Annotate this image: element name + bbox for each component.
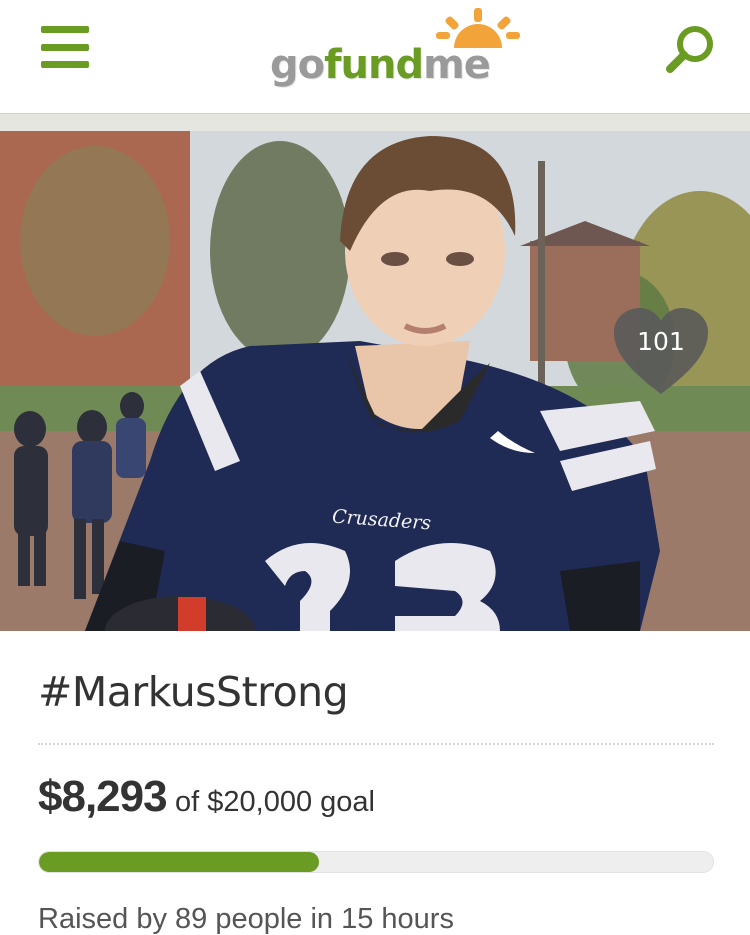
like-count: 101	[637, 327, 685, 356]
logo-fund: fund	[324, 42, 424, 88]
raised-amount: $8,293	[38, 772, 168, 821]
progress-bar-fill	[39, 852, 319, 872]
menu-bar	[41, 43, 89, 51]
like-badge[interactable]: 101	[612, 306, 710, 396]
campaign-photo[interactable]: 101 Crusaders	[0, 131, 750, 631]
logo-wordmark: gofundme	[270, 42, 491, 88]
menu-bar	[41, 61, 89, 68]
search-icon[interactable]	[664, 22, 718, 76]
raised-by-text: Raised by 89 people in 15 hours	[38, 903, 454, 935]
hamburger-menu-icon[interactable]	[41, 26, 91, 68]
logo-me: me	[423, 42, 491, 88]
header-divider	[0, 113, 750, 132]
gofundme-logo[interactable]: gofundme	[266, 8, 526, 94]
progress-bar	[38, 851, 714, 873]
campaign-title: #MarkusStrong	[38, 668, 349, 716]
title-divider	[38, 743, 714, 745]
menu-bar	[41, 26, 89, 33]
logo-go: go	[270, 42, 325, 88]
raised-summary: $8,293 of $20,000 goal	[38, 772, 375, 822]
campaign-page: gofundme 101 Crusaders #MarkusStrong $8,…	[0, 0, 750, 935]
app-header: gofundme	[0, 0, 750, 113]
goal-text: of $20,000 goal	[175, 786, 375, 818]
